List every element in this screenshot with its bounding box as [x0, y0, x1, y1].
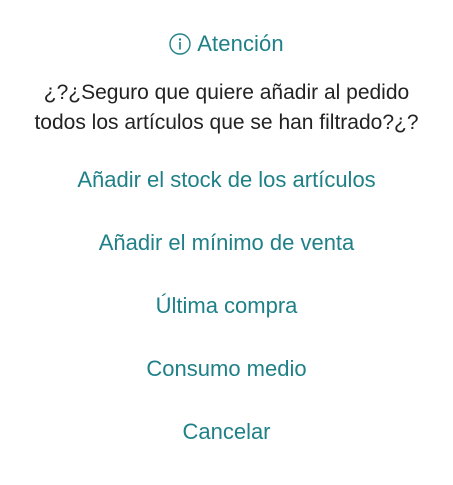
- average-consumption-button[interactable]: Consumo medio: [0, 349, 453, 389]
- dialog-title: Atención: [197, 31, 284, 56]
- dialog-message: ¿?¿Seguro que quiere añadir al pedido to…: [34, 81, 419, 134]
- alert-dialog: Atención ¿?¿Seguro que quiere añadir al …: [0, 0, 453, 485]
- cancel-button[interactable]: Cancelar: [0, 412, 453, 452]
- dialog-header: Atención: [0, 28, 453, 60]
- info-icon: [169, 33, 191, 55]
- last-purchase-button[interactable]: Última compra: [0, 286, 453, 326]
- add-minimum-sale-button[interactable]: Añadir el mínimo de venta: [0, 223, 453, 263]
- add-stock-button[interactable]: Añadir el stock de los artículos: [0, 160, 453, 200]
